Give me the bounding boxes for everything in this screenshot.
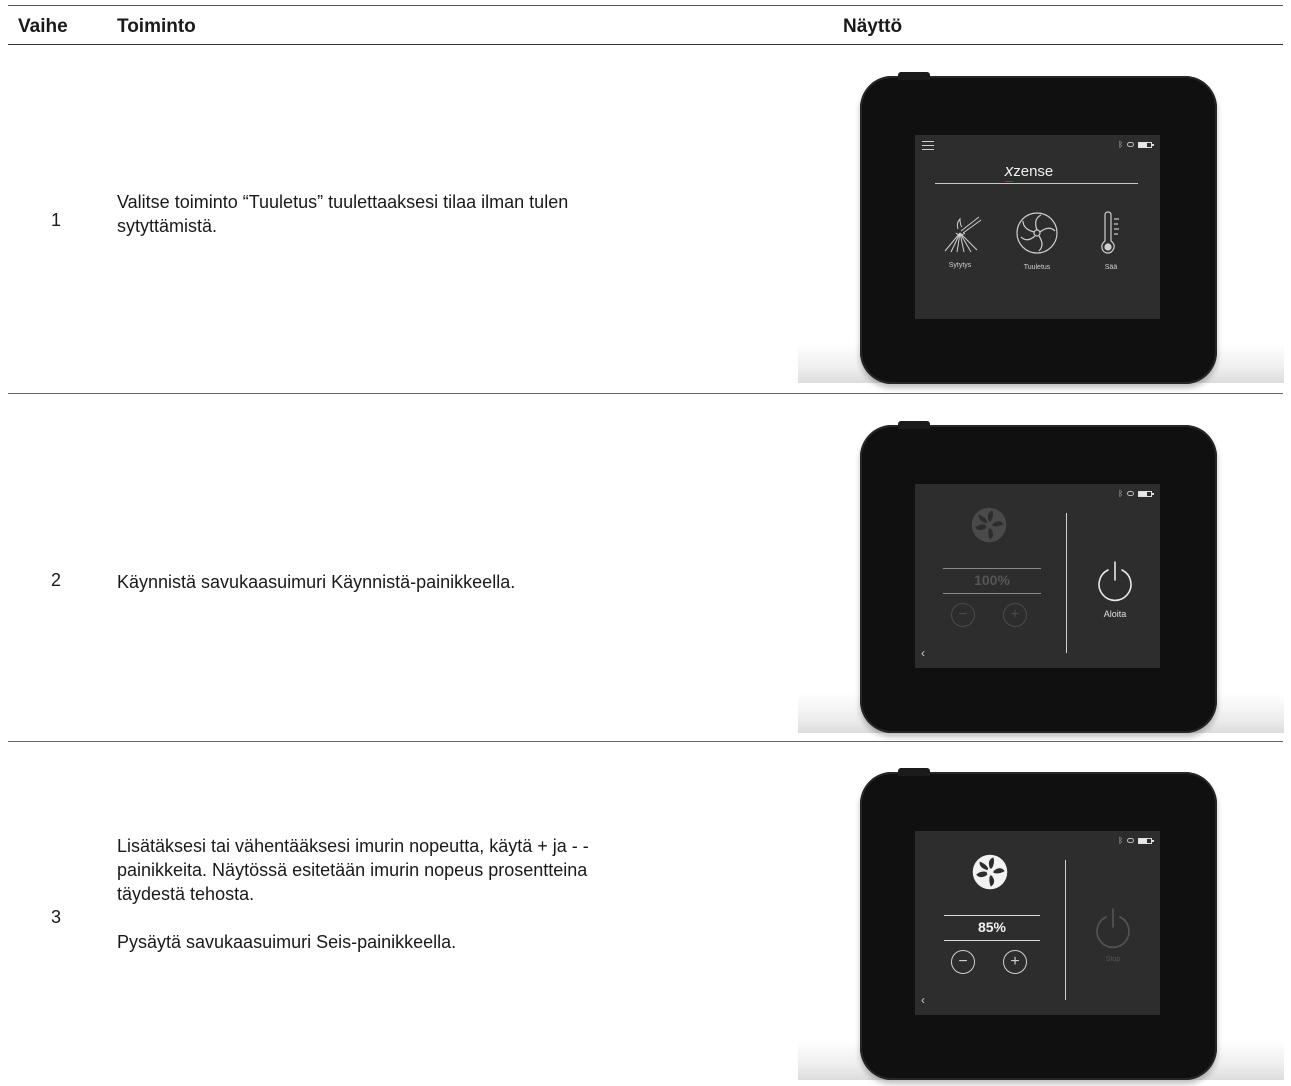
step-paragraph: Pysäytä savukaasuimuri Seis-painikkeella… bbox=[117, 932, 457, 952]
battery-icon bbox=[1138, 490, 1154, 497]
minus-icon: − bbox=[958, 606, 968, 623]
tile-label: Sytytys bbox=[948, 262, 972, 269]
back-chevron-icon: ‹ bbox=[921, 646, 925, 660]
header-action: Toiminto bbox=[117, 16, 196, 37]
status-bar: ᛒ bbox=[1118, 836, 1154, 845]
device-image: ᛒ 85% − + ‹ Stop bbox=[860, 768, 1217, 1080]
device-hardware-button bbox=[898, 768, 930, 776]
bluetooth-icon: ᛒ bbox=[1118, 836, 1123, 845]
signal-icon bbox=[1127, 142, 1134, 147]
back-button[interactable]: ‹ bbox=[921, 646, 925, 660]
power-label: Aloita bbox=[1103, 609, 1127, 619]
fan-icon bbox=[971, 507, 1007, 543]
vertical-divider bbox=[1065, 860, 1066, 1000]
power-button[interactable]: Stop bbox=[1085, 905, 1141, 963]
thermometer-icon bbox=[1101, 211, 1119, 254]
header-display: Näyttö bbox=[843, 16, 903, 37]
vertical-divider bbox=[1066, 513, 1067, 653]
percent-top-rule bbox=[943, 568, 1041, 569]
step-paragraph: Valitse toiminto “Tuuletus” tuulettaakse… bbox=[117, 192, 569, 236]
back-chevron-icon: ‹ bbox=[921, 993, 925, 1007]
tile-label: Sää bbox=[1104, 264, 1118, 271]
status-bar: ᛒ bbox=[1118, 489, 1154, 498]
minus-icon: − bbox=[958, 953, 968, 970]
row-divider bbox=[8, 393, 1283, 394]
speed-percent: 100% bbox=[974, 572, 1010, 588]
step-description: Valitse toiminto “Tuuletus” tuulettaakse… bbox=[117, 190, 657, 238]
plus-icon: + bbox=[1010, 606, 1020, 623]
device-screen: ᛒ 100% − + ‹ Aloita bbox=[915, 484, 1160, 668]
tile-tuuletus[interactable]: Tuuletus bbox=[1007, 211, 1067, 271]
brand-logo: xzense bbox=[1004, 161, 1054, 182]
kindling-icon bbox=[944, 216, 982, 253]
minus-button[interactable]: − bbox=[951, 950, 975, 974]
step-paragraph: Käynnistä savukaasuimuri Käynnistä-paini… bbox=[117, 572, 516, 592]
tile-sytytys[interactable]: Sytytys bbox=[930, 211, 990, 269]
percent-bottom-rule bbox=[943, 593, 1041, 594]
power-icon bbox=[1098, 561, 1132, 602]
table-top-rule bbox=[8, 5, 1283, 6]
logo-divider bbox=[935, 183, 1138, 184]
battery-icon bbox=[1138, 141, 1154, 148]
row-divider bbox=[8, 741, 1283, 742]
tile-label: Tuuletus bbox=[1023, 264, 1051, 271]
step-paragraph: Lisätäksesi tai vähentääksesi imurin nop… bbox=[117, 836, 589, 904]
percent-bottom-rule bbox=[944, 940, 1040, 941]
step-number: 3 bbox=[51, 907, 62, 927]
plus-button[interactable]: + bbox=[1003, 603, 1027, 627]
plus-button[interactable]: + bbox=[1003, 950, 1027, 974]
device-hardware-button bbox=[898, 421, 930, 429]
power-icon bbox=[1096, 908, 1130, 949]
device-screen: ᛒ 85% − + ‹ Stop bbox=[915, 831, 1160, 1015]
signal-icon bbox=[1127, 491, 1134, 496]
menu-icon[interactable] bbox=[922, 141, 934, 153]
plus-icon: + bbox=[1010, 953, 1020, 970]
device-screen: ᛒ xzense Sytytys Tuuletus Sää bbox=[915, 135, 1160, 319]
battery-icon bbox=[1138, 837, 1154, 844]
fan-icon bbox=[1016, 212, 1058, 254]
step-description: Lisätäksesi tai vähentääksesi imurin nop… bbox=[117, 834, 657, 954]
step-number: 2 bbox=[51, 570, 62, 590]
status-bar: ᛒ bbox=[1118, 140, 1154, 149]
speed-percent: 85% bbox=[977, 919, 1007, 935]
bluetooth-icon: ᛒ bbox=[1118, 140, 1123, 149]
power-label: Stop bbox=[1105, 956, 1121, 963]
device-hardware-button bbox=[898, 72, 930, 80]
header-step: Vaihe bbox=[18, 16, 68, 37]
step-number: 1 bbox=[51, 210, 62, 230]
device-image: ᛒ 100% − + ‹ Aloita bbox=[860, 421, 1217, 733]
back-button[interactable]: ‹ bbox=[921, 993, 925, 1007]
step-description: Käynnistä savukaasuimuri Käynnistä-paini… bbox=[117, 570, 677, 594]
minus-button[interactable]: − bbox=[951, 603, 975, 627]
bluetooth-icon: ᛒ bbox=[1118, 489, 1123, 498]
fan-icon bbox=[972, 854, 1008, 890]
table-header-rule bbox=[8, 44, 1283, 45]
power-button[interactable]: Aloita bbox=[1087, 558, 1143, 619]
signal-icon bbox=[1127, 838, 1134, 843]
tile-saa[interactable]: Sää bbox=[1081, 211, 1141, 271]
device-image: ᛒ xzense Sytytys Tuuletus Sää bbox=[860, 72, 1217, 384]
percent-top-rule bbox=[944, 915, 1040, 916]
